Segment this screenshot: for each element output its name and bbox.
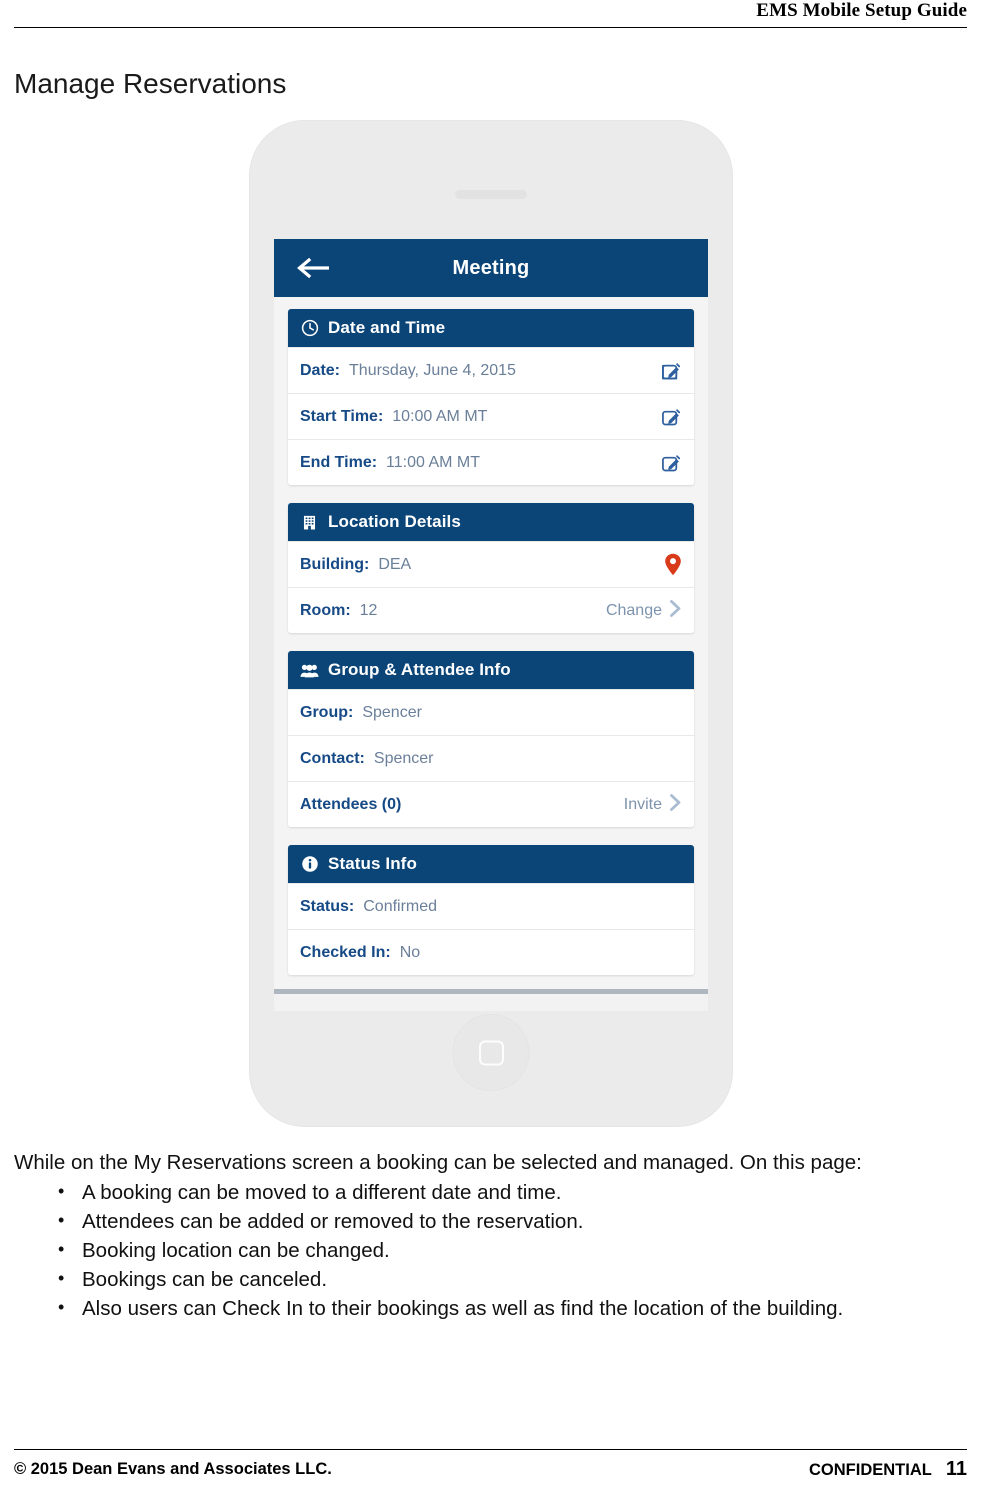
section-title: Location Details xyxy=(328,512,461,531)
section-status-info: Status Info Status: Confirmed Checked In… xyxy=(288,845,694,975)
phone-screenshot-figure: Meeting Date and Time Date: Thursday, Ju… xyxy=(0,112,981,1132)
phone-screen: Meeting Date and Time Date: Thursday, Ju… xyxy=(274,239,708,1011)
screen-content: Date and Time Date: Thursday, June 4, 20… xyxy=(274,297,708,975)
footer-classification: CONFIDENTIAL xyxy=(809,1460,932,1479)
footer-copyright: © 2015 Dean Evans and Associates LLC. xyxy=(14,1459,332,1478)
edit-icon[interactable] xyxy=(660,452,682,474)
row-label: Start Time: xyxy=(300,407,384,425)
invite-link[interactable]: Invite xyxy=(624,796,662,814)
row-group[interactable]: Group: Spencer xyxy=(288,689,694,735)
back-arrow-icon[interactable] xyxy=(296,257,332,279)
change-link[interactable]: Change xyxy=(606,602,662,620)
row-label: Group: xyxy=(300,703,354,721)
list-item: Also users can Check In to their booking… xyxy=(14,1293,967,1323)
row-value: Thursday, June 4, 2015 xyxy=(349,361,516,379)
home-button[interactable] xyxy=(452,1014,530,1091)
edit-icon[interactable] xyxy=(660,360,682,382)
row-value: 11:00 AM MT xyxy=(386,453,481,471)
navbar-title: Meeting xyxy=(452,256,530,279)
section-title: Group & Attendee Info xyxy=(328,660,511,679)
chevron-right-icon[interactable] xyxy=(669,793,682,816)
row-end-time[interactable]: End Time: 11:00 AM MT xyxy=(288,439,694,485)
row-label: Attendees (0) xyxy=(300,795,402,813)
row-label: Contact: xyxy=(300,749,365,767)
row-value: Spencer xyxy=(373,749,434,767)
info-icon xyxy=(300,855,319,874)
row-room[interactable]: Room: 12 Change xyxy=(288,587,694,633)
footer-divider xyxy=(14,1449,967,1450)
edit-icon[interactable] xyxy=(660,406,682,428)
section-header: Status Info xyxy=(288,845,694,883)
row-label: End Time: xyxy=(300,453,378,471)
earpiece-speaker-icon xyxy=(455,190,527,199)
list-item: Booking location can be changed. xyxy=(14,1235,967,1265)
row-attendees[interactable]: Attendees (0) Invite xyxy=(288,781,694,827)
document-header-title: EMS Mobile Setup Guide xyxy=(756,0,967,21)
row-status[interactable]: Status: Confirmed xyxy=(288,883,694,929)
app-navbar: Meeting xyxy=(274,239,708,297)
section-date-and-time: Date and Time Date: Thursday, June 4, 20… xyxy=(288,309,694,485)
row-label: Building: xyxy=(300,555,370,573)
row-date[interactable]: Date: Thursday, June 4, 2015 xyxy=(288,347,694,393)
row-start-time[interactable]: Start Time: 10:00 AM MT xyxy=(288,393,694,439)
row-value: 12 xyxy=(359,601,378,619)
building-icon xyxy=(300,513,319,532)
row-contact[interactable]: Contact: Spencer xyxy=(288,735,694,781)
document-footer: © 2015 Dean Evans and Associates LLC. CO… xyxy=(14,1454,967,1484)
page-title: Manage Reservations xyxy=(14,68,287,99)
list-item: Attendees can be added or removed to the… xyxy=(14,1206,967,1236)
header-divider xyxy=(14,27,967,28)
row-value: DEA xyxy=(378,555,412,573)
row-label: Date: xyxy=(300,361,341,379)
list-item: Bookings can be canceled. xyxy=(14,1264,967,1294)
screen-bottom-bar xyxy=(274,989,708,1011)
phone-device-frame: Meeting Date and Time Date: Thursday, Ju… xyxy=(249,120,733,1127)
section-header: Location Details xyxy=(288,503,694,541)
list-item: A booking can be moved to a different da… xyxy=(14,1177,967,1207)
row-label: Room: xyxy=(300,601,351,619)
intro-paragraph: While on the My Reservations screen a bo… xyxy=(14,1151,862,1174)
section-title: Date and Time xyxy=(328,318,446,337)
section-title: Status Info xyxy=(328,854,417,873)
group-icon xyxy=(300,661,319,680)
map-pin-icon[interactable] xyxy=(664,553,682,576)
section-group-attendee-info: Group & Attendee Info Group: Spencer Con… xyxy=(288,651,694,827)
clock-icon xyxy=(300,319,319,338)
row-checked-in[interactable]: Checked In: No xyxy=(288,929,694,975)
row-value: Confirmed xyxy=(363,897,438,915)
section-header: Date and Time xyxy=(288,309,694,347)
row-building[interactable]: Building: DEA xyxy=(288,541,694,587)
row-label: Status: xyxy=(300,897,355,915)
page-number: 11 xyxy=(945,1457,967,1480)
home-button-square-icon xyxy=(478,1040,504,1065)
bullet-list: A booking can be moved to a different da… xyxy=(14,1177,967,1323)
row-label: Checked In: xyxy=(300,943,391,961)
body-copy: While on the My Reservations screen a bo… xyxy=(14,1148,967,1323)
row-value: No xyxy=(399,943,421,961)
row-value: 10:00 AM MT xyxy=(392,407,488,425)
section-header: Group & Attendee Info xyxy=(288,651,694,689)
row-value: Spencer xyxy=(362,703,422,721)
section-location-details: Location Details Building: DEA Room: 12 … xyxy=(288,503,694,633)
document-header: EMS Mobile Setup Guide xyxy=(0,0,981,30)
chevron-right-icon[interactable] xyxy=(669,599,682,622)
footer-right-group: CONFIDENTIAL 11 xyxy=(809,1458,967,1481)
